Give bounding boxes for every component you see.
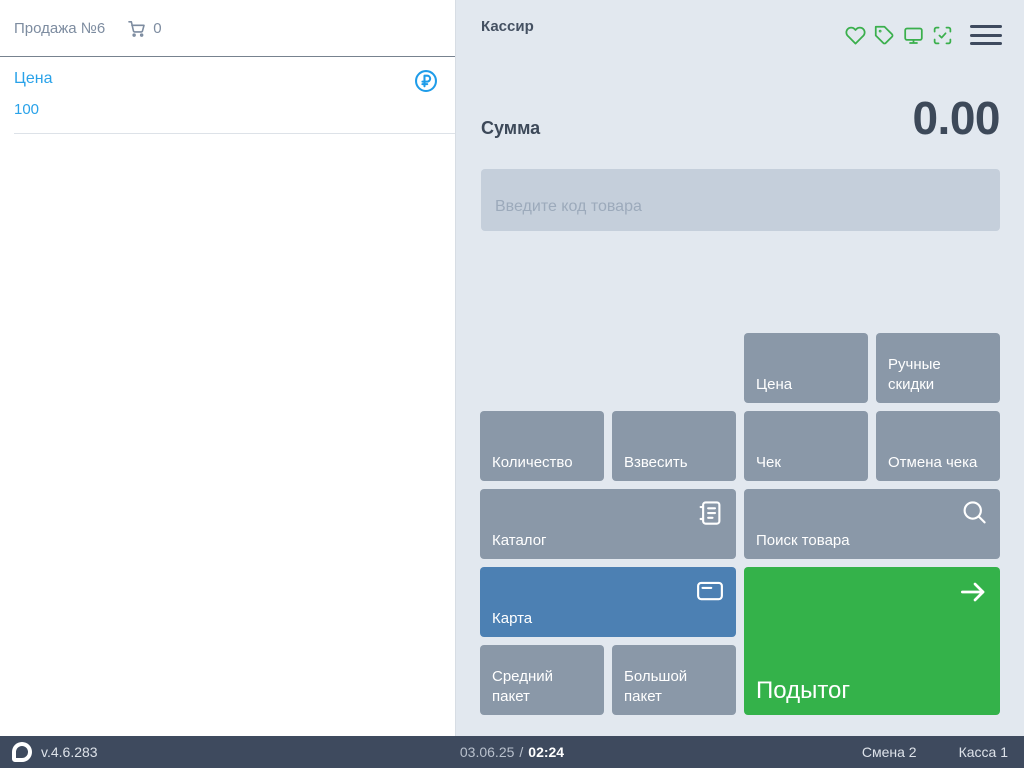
- cashier-panel: Кассир Сумма 0.00 Введите код товара Цен…: [456, 0, 1024, 736]
- item-value: 100: [14, 101, 40, 118]
- status-date: 03.06.25: [459, 744, 515, 760]
- card-button[interactable]: Карта: [480, 567, 736, 637]
- cancel-receipt-button[interactable]: Отмена чека: [876, 411, 1000, 481]
- subtotal-button[interactable]: Подытог: [744, 567, 1000, 715]
- heart-icon[interactable]: [844, 24, 866, 46]
- sum-value: 0.00: [912, 92, 1000, 144]
- item-label: Цена: [14, 70, 53, 87]
- menu-icon[interactable]: [970, 24, 1002, 46]
- header-icons: [844, 24, 1002, 46]
- button-label: Карта: [492, 609, 533, 627]
- button-label: Ручные скидки: [888, 356, 941, 393]
- button-label: Поиск товара: [756, 531, 850, 549]
- product-search-button[interactable]: Поиск товара: [744, 489, 1000, 559]
- button-label: Количество: [492, 453, 573, 471]
- weigh-button[interactable]: Взвесить: [612, 411, 736, 481]
- quantity-button[interactable]: Количество: [480, 411, 604, 481]
- card-icon: [695, 576, 725, 606]
- ruble-circle-icon: [413, 68, 439, 99]
- product-code-input[interactable]: [481, 169, 1000, 231]
- monitor-icon[interactable]: [902, 24, 924, 46]
- sale-header: Продажа №6 0: [0, 0, 455, 57]
- button-label: Отмена чека: [888, 453, 978, 471]
- cart-count: 0: [153, 19, 162, 37]
- status-time: 02:24: [528, 744, 565, 760]
- manual-discounts-button[interactable]: Ручные скидки: [876, 333, 1000, 403]
- keypad-grid: Цена Ручные скидки Количество Взвесить Ч…: [480, 333, 1000, 715]
- sum-row: Сумма 0.00: [481, 92, 1000, 144]
- button-label: Большой пакет: [624, 668, 688, 705]
- receipt-button[interactable]: Чек: [744, 411, 868, 481]
- cart-counter: 0: [127, 19, 162, 38]
- tag-icon[interactable]: [873, 24, 895, 46]
- sale-panel: Продажа №6 0 Цена 100: [0, 0, 456, 736]
- catalog-button[interactable]: Каталог: [480, 489, 736, 559]
- catalog-icon: [695, 498, 725, 528]
- sum-label: Сумма: [481, 118, 541, 138]
- register-label[interactable]: Касса 1: [959, 744, 1008, 760]
- shopping-cart-icon: [127, 19, 146, 38]
- sale-line-item[interactable]: Цена 100: [0, 58, 455, 134]
- sale-title: Продажа №6: [14, 19, 106, 37]
- arrow-right-icon: [957, 576, 989, 608]
- status-separator: /: [519, 744, 524, 760]
- cashier-label: Кассир: [481, 18, 534, 35]
- button-label: Подытог: [756, 676, 851, 704]
- button-label: Средний пакет: [492, 668, 553, 705]
- search-icon: [959, 498, 989, 528]
- medium-bag-button[interactable]: Средний пакет: [480, 645, 604, 715]
- button-label: Каталог: [492, 531, 547, 549]
- button-label: Чек: [756, 453, 781, 471]
- shift-label[interactable]: Смена 2: [862, 744, 917, 760]
- button-label: Взвесить: [624, 453, 688, 471]
- status-right: Смена 2 Касса 1: [862, 736, 1008, 768]
- scan-check-icon[interactable]: [931, 24, 953, 46]
- button-label: Цена: [756, 375, 793, 393]
- large-bag-button[interactable]: Большой пакет: [612, 645, 736, 715]
- status-bar: v.4.6.283 03.06.25 / 02:24 Смена 2 Касса…: [0, 736, 1024, 768]
- price-button[interactable]: Цена: [744, 333, 868, 403]
